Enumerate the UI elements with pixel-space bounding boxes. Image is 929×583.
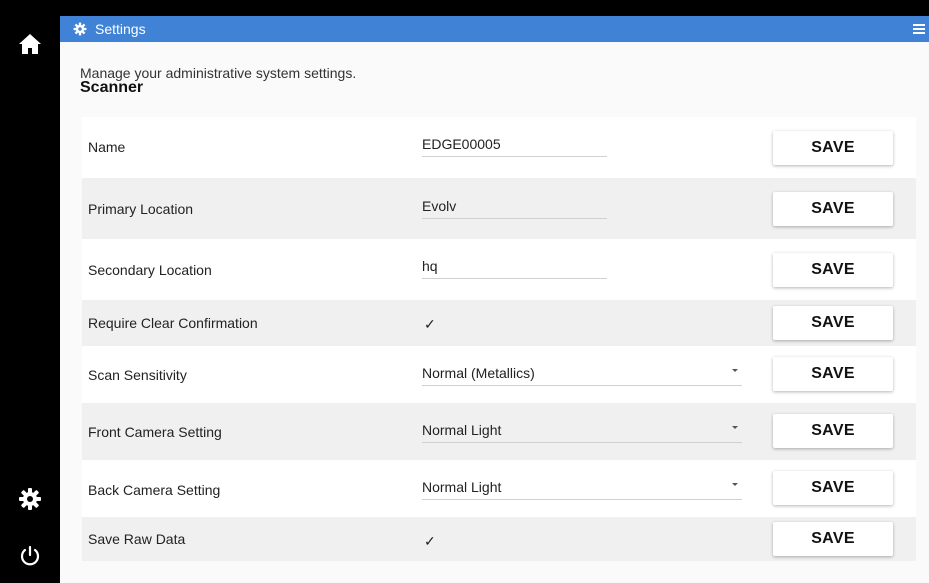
settings-row-save-raw-data: Save Raw Data ✓ SAVE — [82, 517, 916, 561]
secondary-location-input[interactable]: hq — [422, 258, 607, 279]
save-raw-data-checkbox[interactable]: ✓ — [424, 533, 436, 550]
section-title: Scanner — [80, 79, 144, 96]
row-label: Require Clear Confirmation — [88, 315, 258, 331]
select-value: Normal (Metallics) — [422, 365, 535, 381]
row-label: Back Camera Setting — [88, 482, 221, 498]
row-label: Name — [88, 139, 126, 155]
chevron-down-icon — [732, 483, 738, 486]
top-bar — [60, 0, 929, 16]
power-icon[interactable] — [15, 541, 45, 571]
settings-row-front-camera: Front Camera Setting Normal Light SAVE — [82, 403, 916, 460]
chevron-down-icon — [732, 369, 738, 372]
settings-row-secondary-location: Secondary Location hq SAVE — [82, 239, 916, 300]
menu-icon[interactable] — [912, 22, 926, 36]
settings-row-scan-sensitivity: Scan Sensitivity Normal (Metallics) SAVE — [82, 346, 916, 403]
row-label: Save Raw Data — [88, 531, 186, 547]
settings-row-require-clear-confirmation: Require Clear Confirmation ✓ SAVE — [82, 300, 916, 346]
header-bar: Settings — [60, 16, 929, 42]
save-button[interactable]: SAVE — [773, 306, 893, 340]
select-value: Normal Light — [422, 422, 502, 438]
front-camera-select[interactable]: Normal Light — [422, 422, 742, 443]
save-button[interactable]: SAVE — [773, 253, 893, 287]
main-panel: Settings Manage your administrative syst… — [60, 0, 929, 583]
row-label: Scan Sensitivity — [88, 367, 187, 383]
settings-row-name: Name EDGE00005 SAVE — [82, 117, 916, 178]
save-button[interactable]: SAVE — [773, 471, 893, 505]
header-title: Settings — [95, 21, 146, 37]
require-clear-confirmation-checkbox[interactable]: ✓ — [424, 316, 436, 333]
save-button[interactable]: SAVE — [773, 414, 893, 448]
save-button[interactable]: SAVE — [773, 522, 893, 556]
row-label: Front Camera Setting — [88, 424, 222, 440]
settings-row-back-camera: Back Camera Setting Normal Light SAVE — [82, 460, 916, 517]
name-input[interactable]: EDGE00005 — [422, 136, 607, 157]
back-camera-select[interactable]: Normal Light — [422, 479, 742, 500]
row-label: Secondary Location — [88, 262, 212, 278]
select-value: Normal Light — [422, 479, 502, 495]
settings-list: Name EDGE00005 SAVE Primary Location Evo… — [82, 117, 916, 561]
sidebar — [0, 0, 60, 583]
settings-row-primary-location: Primary Location Evolv SAVE — [82, 178, 916, 239]
save-button[interactable]: SAVE — [773, 131, 893, 165]
save-button[interactable]: SAVE — [773, 357, 893, 391]
scan-sensitivity-select[interactable]: Normal (Metallics) — [422, 365, 742, 386]
save-button[interactable]: SAVE — [773, 192, 893, 226]
primary-location-input[interactable]: Evolv — [422, 198, 607, 219]
row-label: Primary Location — [88, 201, 194, 217]
gear-icon — [73, 22, 87, 36]
settings-gear-icon[interactable] — [15, 484, 45, 514]
chevron-down-icon — [732, 426, 738, 429]
home-icon[interactable] — [15, 29, 45, 59]
